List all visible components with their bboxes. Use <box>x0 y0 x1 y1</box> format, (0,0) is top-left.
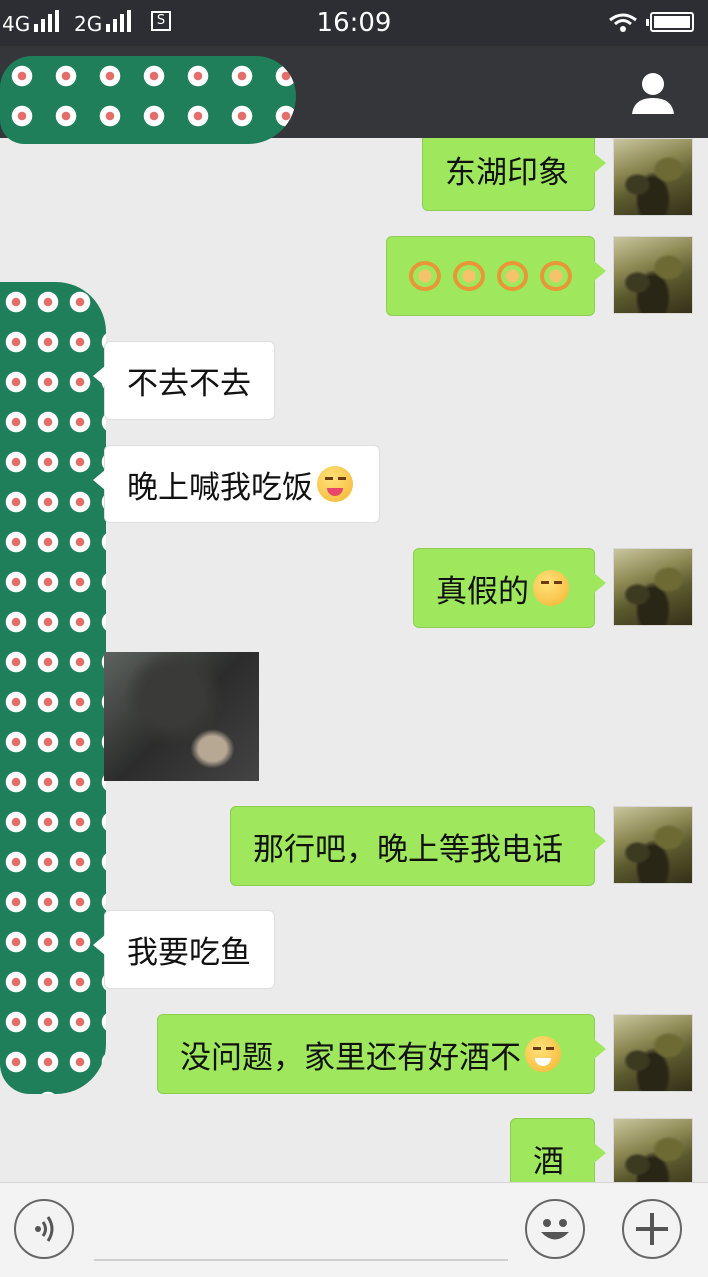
input-toolbar <box>0 1182 708 1277</box>
chat-header <box>0 46 708 144</box>
message-text: 晚上喊我吃饭 <box>127 469 313 506</box>
emoji-button[interactable] <box>525 1199 585 1259</box>
emoji-icon <box>541 1219 569 1240</box>
message-bubble-received[interactable]: 我要吃鱼 <box>93 910 275 989</box>
message-bubble-sent[interactable]: 东湖印象 <box>422 138 606 211</box>
message-input[interactable] <box>94 1201 508 1261</box>
grin-emoji-icon <box>525 1036 561 1072</box>
message-bubble-received[interactable]: 晚上喊我吃饭 <box>93 445 380 523</box>
sender-avatar-redacted <box>0 282 106 1094</box>
message-text: 酒 <box>533 1143 564 1180</box>
my-avatar[interactable] <box>613 1118 693 1182</box>
message-text: 我要吃鱼 <box>127 935 251 971</box>
my-avatar[interactable] <box>613 806 693 884</box>
message-bubble-sent[interactable]: 酒 <box>510 1118 606 1182</box>
my-avatar[interactable] <box>613 236 693 314</box>
my-avatar[interactable] <box>613 548 693 626</box>
battery-icon <box>646 12 694 32</box>
my-avatar[interactable] <box>613 138 693 216</box>
message-bubble-sent[interactable]: 没问题，家里还有好酒不 <box>157 1014 606 1094</box>
smirk-emoji-icon <box>533 570 569 606</box>
snail-emoji-icon <box>409 261 441 291</box>
message-bubble-sent[interactable]: 那行吧，晚上等我电话 <box>230 806 606 886</box>
message-text: 没问题，家里还有好酒不 <box>180 1039 521 1076</box>
message-text: 真假的 <box>436 573 529 610</box>
snail-emoji-icon <box>540 261 572 291</box>
status-bar: 4G 2G S 16:09 <box>0 0 708 46</box>
message-text: 那行吧，晚上等我电话 <box>253 831 563 868</box>
message-list[interactable]: 东湖印象 不去不去 晚上喊我吃饭 真假的 那行吧，晚上等我电话 我要吃鱼 没问题… <box>0 138 708 1182</box>
message-text: 不去不去 <box>127 366 251 402</box>
message-text: 东湖印象 <box>445 155 569 191</box>
message-bubble-sent[interactable]: 真假的 <box>413 548 606 628</box>
voice-button[interactable] <box>14 1199 74 1259</box>
snail-emoji-icon <box>496 261 529 291</box>
my-avatar[interactable] <box>613 1014 693 1092</box>
plus-button[interactable] <box>622 1199 682 1259</box>
status-time: 16:09 <box>316 8 392 38</box>
person-icon[interactable] <box>630 70 676 116</box>
voice-icon <box>35 1216 54 1242</box>
contact-name-redacted <box>0 56 296 144</box>
wifi-icon <box>609 13 637 32</box>
received-image[interactable] <box>104 652 259 781</box>
message-bubble-received[interactable]: 不去不去 <box>93 341 275 420</box>
message-bubble-sent[interactable] <box>386 236 606 316</box>
plus-icon <box>636 1213 668 1245</box>
snail-emoji-icon <box>452 261 485 291</box>
tongue-out-emoji-icon <box>317 466 353 502</box>
